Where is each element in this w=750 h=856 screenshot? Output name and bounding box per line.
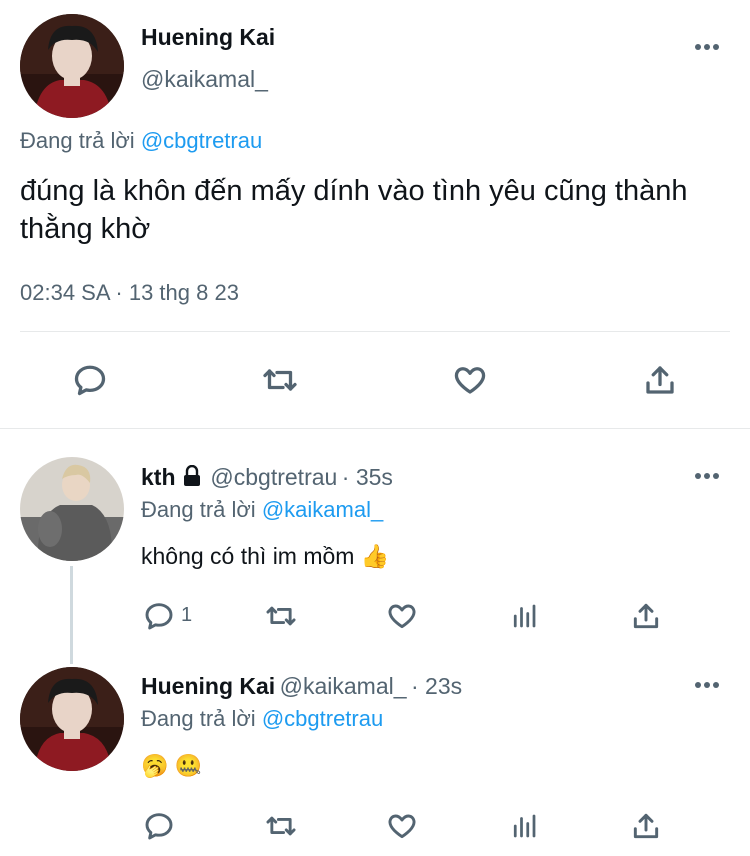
- tweet-text: đúng là khôn đến mấy dính vào tình yêu c…: [20, 175, 688, 245]
- reply-header: kth @cbgtretrau · 35s: [141, 464, 393, 492]
- avatar[interactable]: [20, 667, 124, 771]
- reply-header: Huening Kai @kaikamal_ · 23s: [141, 673, 462, 700]
- retweet-icon[interactable]: [262, 598, 300, 634]
- divider: [20, 331, 730, 332]
- author-name[interactable]: Huening Kai: [141, 24, 275, 51]
- analytics-icon[interactable]: [507, 808, 541, 844]
- author-handle[interactable]: @kaikamal_: [280, 673, 407, 699]
- lock-icon: [182, 464, 202, 492]
- reply-prefix: Đang trả lời: [141, 497, 256, 522]
- author-name[interactable]: kth: [141, 464, 176, 490]
- author-name[interactable]: Huening Kai: [141, 673, 275, 699]
- more-options-icon[interactable]: [695, 42, 725, 52]
- share-icon[interactable]: [640, 360, 680, 400]
- analytics-icon[interactable]: [507, 598, 541, 634]
- reply-icon[interactable]: [141, 598, 177, 634]
- like-icon[interactable]: [384, 808, 420, 844]
- like-icon[interactable]: [449, 360, 491, 400]
- reply-to-link[interactable]: @cbgtretrau: [141, 128, 262, 153]
- reply-count: 1: [181, 604, 193, 626]
- reply-context: Đang trả lời @cbgtretrau: [20, 128, 262, 154]
- reply-icon[interactable]: [141, 808, 177, 844]
- reply-prefix: Đang trả lời: [141, 706, 256, 731]
- reply-time[interactable]: · 23s: [411, 673, 462, 699]
- reply-time[interactable]: · 35s: [342, 464, 393, 490]
- more-options-icon[interactable]: [695, 471, 725, 481]
- reply-text: 🥱 🤐: [141, 753, 202, 778]
- reply-to-link[interactable]: @cbgtretrau: [262, 706, 383, 731]
- thread-line: [70, 566, 73, 664]
- reply-text: không có thì im mồm 👍: [141, 543, 390, 569]
- reply-context: Đang trả lời @cbgtretrau: [141, 706, 383, 732]
- reply-to-link[interactable]: @kaikamal_: [262, 497, 383, 522]
- share-icon[interactable]: [628, 808, 664, 844]
- author-handle[interactable]: @cbgtretrau: [210, 464, 337, 490]
- section-divider: [0, 428, 750, 429]
- like-icon[interactable]: [384, 598, 420, 634]
- reply-context: Đang trả lời @kaikamal_: [141, 497, 383, 523]
- avatar[interactable]: [20, 14, 124, 118]
- reply-icon[interactable]: [70, 360, 110, 400]
- reply-prefix: Đang trả lời: [20, 128, 135, 153]
- avatar[interactable]: [20, 457, 124, 561]
- retweet-icon[interactable]: [262, 808, 300, 844]
- tweet-timestamp[interactable]: 02:34 SA · 13 thg 8 23: [20, 280, 239, 306]
- author-handle[interactable]: @kaikamal_: [141, 66, 268, 93]
- retweet-icon[interactable]: [258, 360, 302, 400]
- more-options-icon[interactable]: [695, 680, 725, 690]
- share-icon[interactable]: [628, 598, 664, 634]
